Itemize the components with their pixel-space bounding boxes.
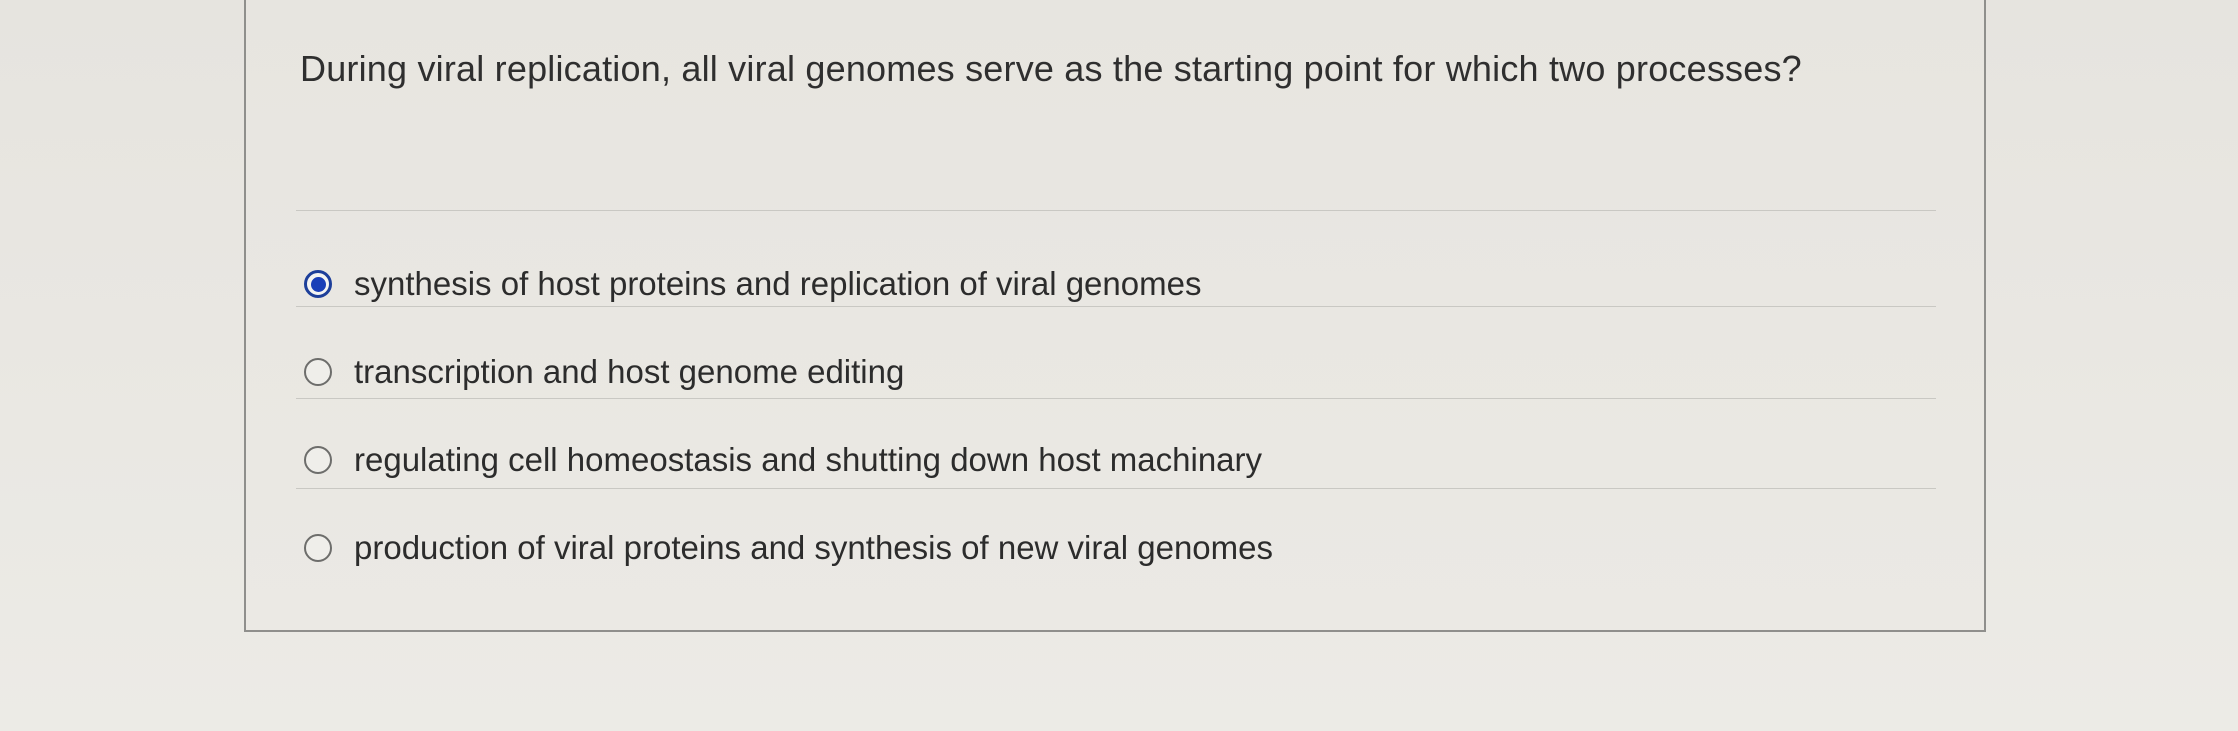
answer-option-3[interactable]: regulating cell homeostasis and shutting… xyxy=(304,430,1262,490)
answer-option-1[interactable]: synthesis of host proteins and replicati… xyxy=(304,254,1201,314)
radio-selected-dot xyxy=(310,276,326,292)
radio-button[interactable] xyxy=(304,534,332,562)
divider xyxy=(296,488,1936,489)
answer-option-2[interactable]: transcription and host genome editing xyxy=(304,342,904,402)
radio-button[interactable] xyxy=(304,358,332,386)
answer-option-label: production of viral proteins and synthes… xyxy=(354,529,1273,566)
answer-option-label: transcription and host genome editing xyxy=(354,353,905,390)
answer-option-label: regulating cell homeostasis and shutting… xyxy=(354,441,1263,478)
answer-option-4[interactable]: production of viral proteins and synthes… xyxy=(304,518,1273,578)
answer-option-label: synthesis of host proteins and replicati… xyxy=(354,265,1202,302)
divider xyxy=(296,398,1936,399)
divider xyxy=(296,210,1936,211)
divider xyxy=(296,306,1936,307)
radio-button-selected[interactable] xyxy=(304,270,332,298)
radio-button[interactable] xyxy=(304,446,332,474)
question-text: During viral replication, all viral geno… xyxy=(300,48,1802,89)
question-card: During viral replication, all viral geno… xyxy=(244,0,1986,632)
